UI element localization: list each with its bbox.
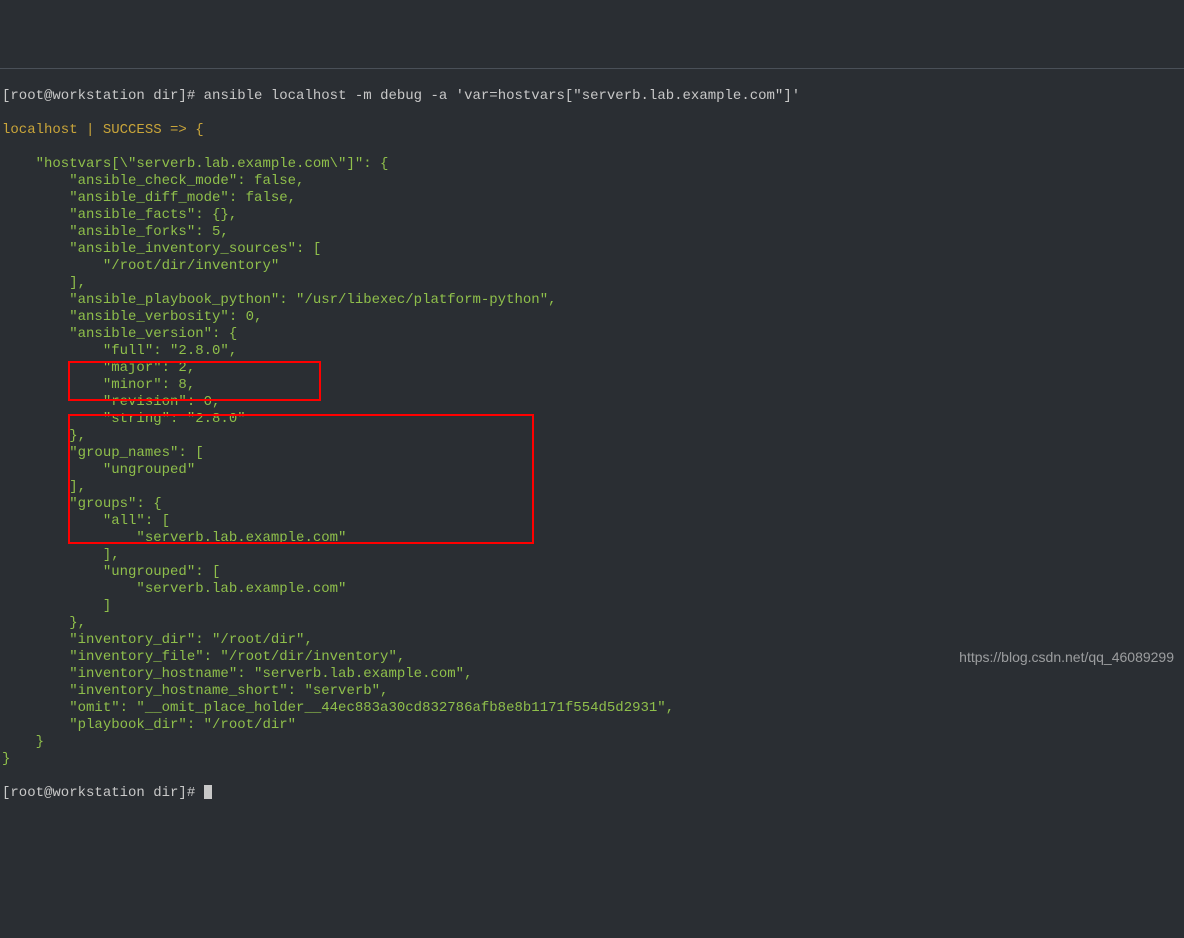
output-line: } [2, 751, 1184, 768]
output-line: "ansible_check_mode": false, [2, 173, 1184, 190]
output-line: ], [2, 479, 1184, 496]
output-line: "ungrouped": [ [2, 564, 1184, 581]
command-line: [root@workstation dir]# ansible localhos… [2, 88, 1184, 105]
output-line: "inventory_dir": "/root/dir", [2, 632, 1184, 649]
output-line: ], [2, 547, 1184, 564]
output-line: "ansible_inventory_sources": [ [2, 241, 1184, 258]
output-line: "inventory_hostname_short": "serverb", [2, 683, 1184, 700]
result-header: localhost | SUCCESS => { [2, 122, 1184, 139]
output-block: "hostvars[\"serverb.lab.example.com\"]":… [2, 156, 1184, 768]
output-line: "all": [ [2, 513, 1184, 530]
output-line: "revision": 0, [2, 394, 1184, 411]
shell-prompt: [root@workstation dir]# [2, 785, 204, 801]
shell-prompt: [root@workstation dir]# [2, 88, 204, 104]
output-line: "string": "2.8.0" [2, 411, 1184, 428]
output-line: }, [2, 615, 1184, 632]
output-line: "hostvars[\"serverb.lab.example.com\"]":… [2, 156, 1184, 173]
output-line: "minor": 8, [2, 377, 1184, 394]
next-prompt-line: [root@workstation dir]# [2, 785, 1184, 802]
output-line: "serverb.lab.example.com" [2, 530, 1184, 547]
output-line: } [2, 734, 1184, 751]
watermark-text: https://blog.csdn.net/qq_46089299 [959, 649, 1174, 666]
output-line: ] [2, 598, 1184, 615]
output-line: "serverb.lab.example.com" [2, 581, 1184, 598]
output-line: "omit": "__omit_place_holder__44ec883a30… [2, 700, 1184, 717]
output-line: "ansible_facts": {}, [2, 207, 1184, 224]
output-line: "ansible_verbosity": 0, [2, 309, 1184, 326]
output-line: "group_names": [ [2, 445, 1184, 462]
output-line: "major": 2, [2, 360, 1184, 377]
output-line: }, [2, 428, 1184, 445]
command-text: ansible localhost -m debug -a 'var=hostv… [204, 88, 801, 104]
output-line: "/root/dir/inventory" [2, 258, 1184, 275]
cursor-icon [204, 785, 212, 799]
output-line: "ansible_playbook_python": "/usr/libexec… [2, 292, 1184, 309]
output-line: "groups": { [2, 496, 1184, 513]
terminal-window[interactable]: [root@workstation dir]# ansible localhos… [0, 68, 1184, 819]
output-line: ], [2, 275, 1184, 292]
output-line: "ansible_forks": 5, [2, 224, 1184, 241]
output-line: "playbook_dir": "/root/dir" [2, 717, 1184, 734]
output-line: "ungrouped" [2, 462, 1184, 479]
output-line: "ansible_version": { [2, 326, 1184, 343]
output-line: "inventory_hostname": "serverb.lab.examp… [2, 666, 1184, 683]
output-line: "full": "2.8.0", [2, 343, 1184, 360]
output-line: "ansible_diff_mode": false, [2, 190, 1184, 207]
